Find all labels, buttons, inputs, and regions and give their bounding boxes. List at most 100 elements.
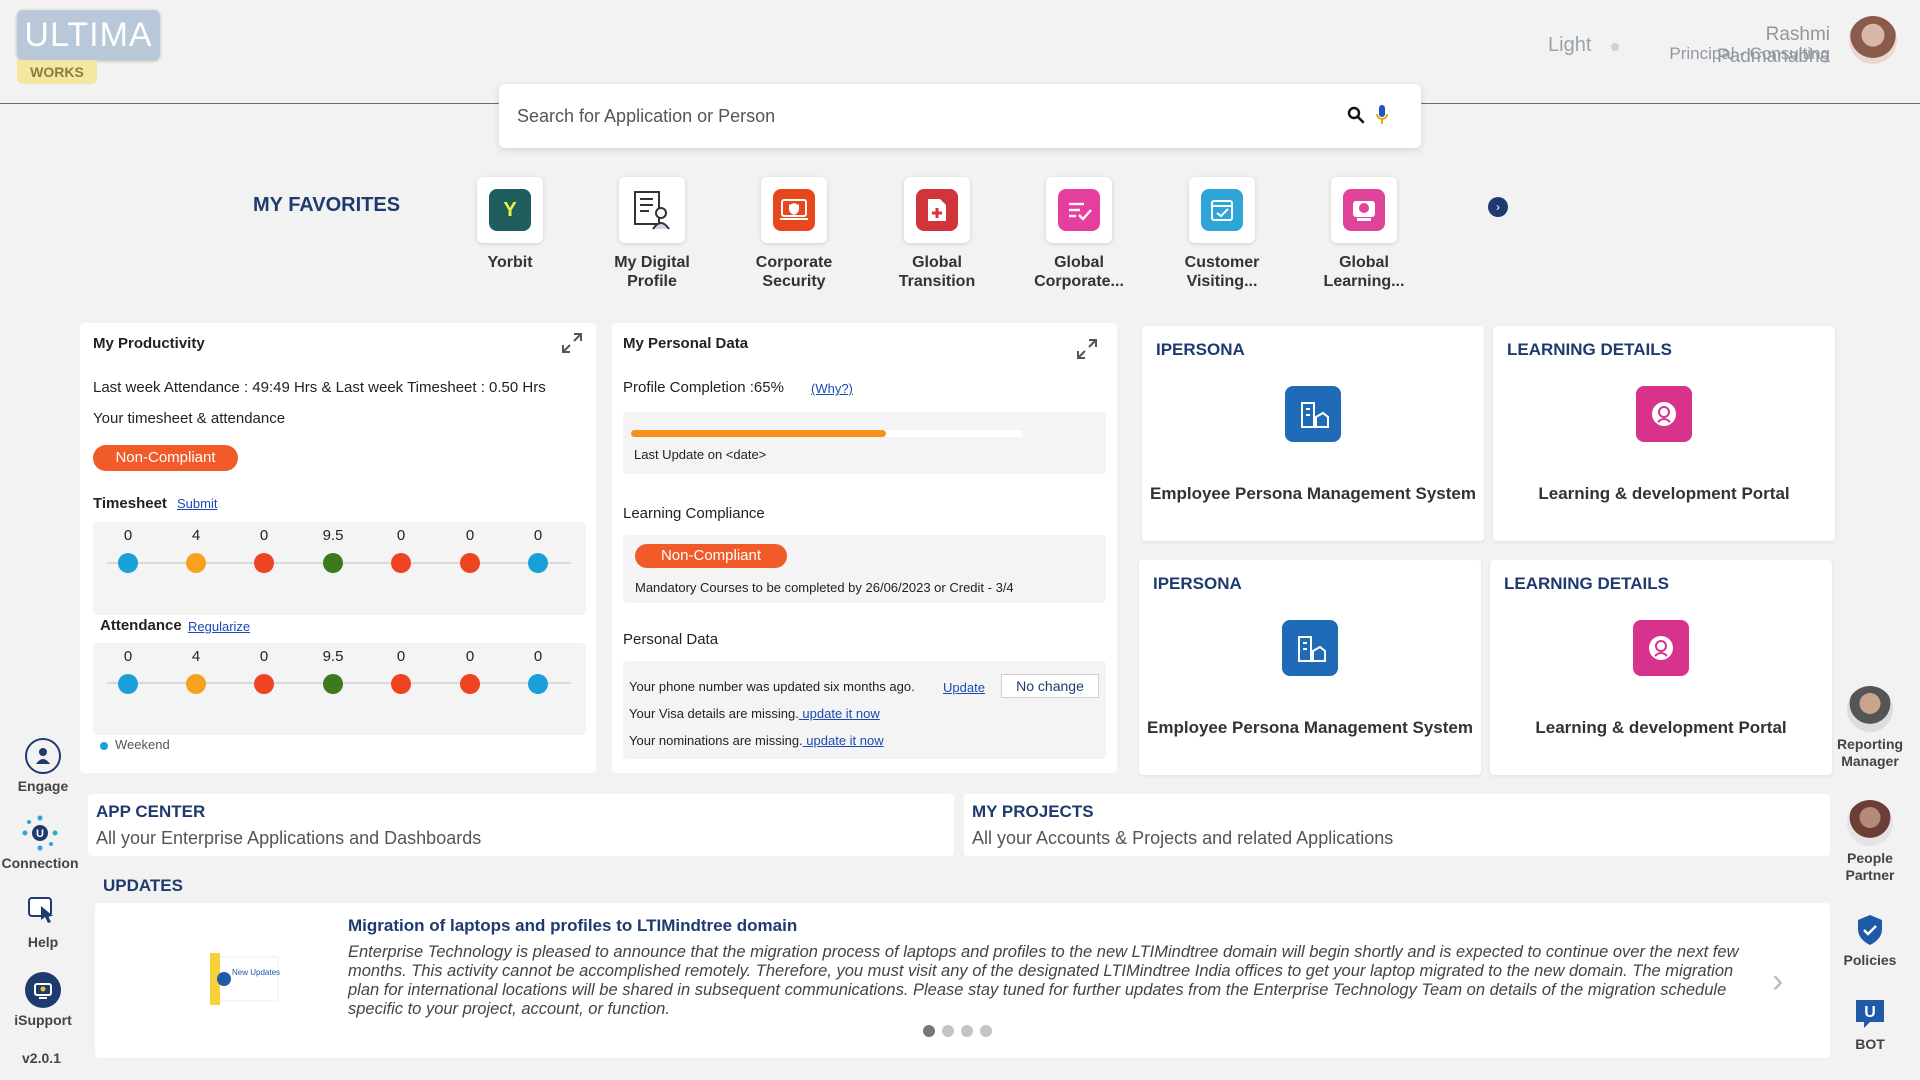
favorite-label: Customer Visiting... [1184, 254, 1260, 290]
learning-details-card[interactable]: LEARNING DETAILS Learning & development … [1493, 326, 1835, 541]
day-status-dot[interactable] [254, 674, 274, 694]
nav-engage[interactable]: Engage [3, 738, 83, 794]
weekend-legend: Weekend [115, 737, 170, 752]
my-projects-subtitle: All your Accounts & Projects and related… [972, 828, 1394, 848]
day-status-dot[interactable] [391, 553, 411, 573]
expand-icon[interactable] [1075, 337, 1099, 361]
customer-visit-icon [1201, 189, 1243, 231]
carousel-dot[interactable] [923, 1025, 935, 1037]
timesheet-submit-link[interactable]: Submit [177, 496, 217, 511]
day-value: 0 [123, 527, 133, 544]
day-status-dot[interactable] [460, 553, 480, 573]
favorite-global-transition[interactable]: Global Transition [877, 177, 997, 291]
help-icon [25, 894, 61, 930]
timesheet-chart: 0 4 0 9.5 0 0 0 [93, 522, 586, 615]
day-status-dot[interactable] [391, 674, 411, 694]
day-status-dot[interactable] [186, 674, 206, 694]
profile-progress-fill [631, 430, 886, 437]
carousel-next-chevron-icon[interactable]: › [1772, 962, 1783, 1001]
expand-icon[interactable] [560, 331, 584, 355]
nav-label: Help [27, 934, 59, 950]
user-avatar[interactable] [1849, 16, 1897, 64]
learning-portal-icon [1636, 386, 1692, 442]
works-badge: WORKS [17, 60, 97, 84]
ultima-logo[interactable]: ULTIMA [17, 10, 160, 60]
day-status-dot[interactable] [528, 674, 548, 694]
app-center-card[interactable]: APP CENTER All your Enterprise Applicati… [88, 794, 954, 856]
update-headline[interactable]: Migration of laptops and profiles to LTI… [348, 916, 797, 936]
search-input[interactable] [517, 102, 1317, 130]
security-icon [773, 189, 815, 231]
favorite-customer-visiting[interactable]: Customer Visiting... [1162, 177, 1282, 291]
day-status-dot[interactable] [118, 553, 138, 573]
favorite-digital-profile[interactable]: My Digital Profile [592, 177, 712, 291]
timesheet-attendance-subtitle: Your timesheet & attendance [93, 410, 286, 427]
nav-people-partner[interactable]: People Partner [1830, 800, 1910, 884]
building-icon [1282, 620, 1338, 676]
personal-data-card: My Personal Data Profile Completion :65%… [612, 323, 1117, 773]
yorbit-icon: Y [489, 189, 531, 231]
carousel-dot[interactable] [961, 1025, 973, 1037]
my-projects-card[interactable]: MY PROJECTS All your Accounts & Projects… [964, 794, 1830, 856]
card-description: Employee Persona Management System [1147, 718, 1473, 737]
personal-data-panel: Your phone number was updated six months… [623, 661, 1106, 759]
people-partner-avatar [1847, 800, 1893, 846]
why-link[interactable]: (Why?) [811, 381, 853, 396]
day-status-dot[interactable] [254, 553, 274, 573]
productivity-title: My Productivity [93, 335, 205, 352]
phone-update-link[interactable]: Update [943, 680, 985, 695]
ipersona-card[interactable]: IPERSONA Employee Persona Management Sys… [1139, 560, 1481, 775]
day-status-dot[interactable] [323, 674, 343, 694]
day-status-dot[interactable] [118, 674, 138, 694]
phone-update-message: Your phone number was updated six months… [629, 679, 915, 694]
search-icon[interactable] [1347, 106, 1365, 129]
search-bar [499, 84, 1421, 148]
day-value: 0 [259, 648, 269, 665]
day-value: 0 [533, 527, 543, 544]
app-center-title: APP CENTER [96, 802, 206, 821]
productivity-status-badge: Non-Compliant [93, 445, 238, 471]
favorite-global-corporate[interactable]: Global Corporate... [1019, 177, 1139, 291]
day-status-dot[interactable] [528, 553, 548, 573]
nav-help[interactable]: Help [3, 894, 83, 950]
nav-reporting-manager[interactable]: Reporting Manager [1830, 686, 1910, 770]
microphone-icon[interactable] [1375, 104, 1389, 131]
learning-details-card[interactable]: LEARNING DETAILS Learning & development … [1490, 560, 1832, 775]
nav-connection[interactable]: U Connection [0, 815, 80, 871]
svg-text:U: U [36, 828, 44, 840]
nominations-message: Your nominations are missing. update it … [629, 733, 884, 748]
theme-toggle-label[interactable]: Light [1548, 34, 1591, 57]
day-value: 0 [533, 648, 543, 665]
svg-text:U: U [1864, 1004, 1876, 1021]
day-status-dot[interactable] [323, 553, 343, 573]
nominations-update-link[interactable]: update it now [803, 733, 883, 748]
theme-toggle[interactable] [1611, 43, 1619, 51]
ipersona-card[interactable]: IPERSONA Employee Persona Management Sys… [1142, 326, 1484, 541]
day-value: 4 [191, 527, 201, 544]
carousel-dot[interactable] [942, 1025, 954, 1037]
favorites-next-arrow-icon[interactable]: › [1488, 197, 1508, 217]
personal-data-subtitle: Personal Data [623, 631, 719, 648]
nav-label: Policies [1843, 952, 1897, 968]
nav-isupport[interactable]: iSupport [3, 972, 83, 1028]
favorites-title: MY FAVORITES [253, 194, 401, 216]
favorite-label: Corporate Security [755, 254, 833, 290]
favorite-global-learning[interactable]: Global Learning... [1304, 177, 1424, 291]
digital-profile-icon [631, 189, 673, 231]
app-version: v2.0.1 [22, 1050, 61, 1066]
day-status-dot[interactable] [186, 553, 206, 573]
card-description: Learning & development Portal [1535, 718, 1787, 737]
attendance-regularize-link[interactable]: Regularize [188, 619, 250, 634]
nav-policies[interactable]: Policies [1830, 912, 1910, 968]
my-projects-title: MY PROJECTS [972, 802, 1094, 821]
personal-data-title: My Personal Data [623, 335, 749, 352]
no-change-button[interactable]: No change [1001, 674, 1099, 698]
favorite-yorbit[interactable]: Y Yorbit [450, 177, 570, 272]
day-status-dot[interactable] [460, 674, 480, 694]
nav-label: BOT [1855, 1036, 1885, 1052]
learning-compliance-title: Learning Compliance [623, 505, 765, 522]
favorite-corporate-security[interactable]: Corporate Security [734, 177, 854, 291]
visa-update-link[interactable]: update it now [799, 706, 879, 721]
nav-bot[interactable]: U BOT [1830, 996, 1910, 1052]
carousel-dot[interactable] [980, 1025, 992, 1037]
